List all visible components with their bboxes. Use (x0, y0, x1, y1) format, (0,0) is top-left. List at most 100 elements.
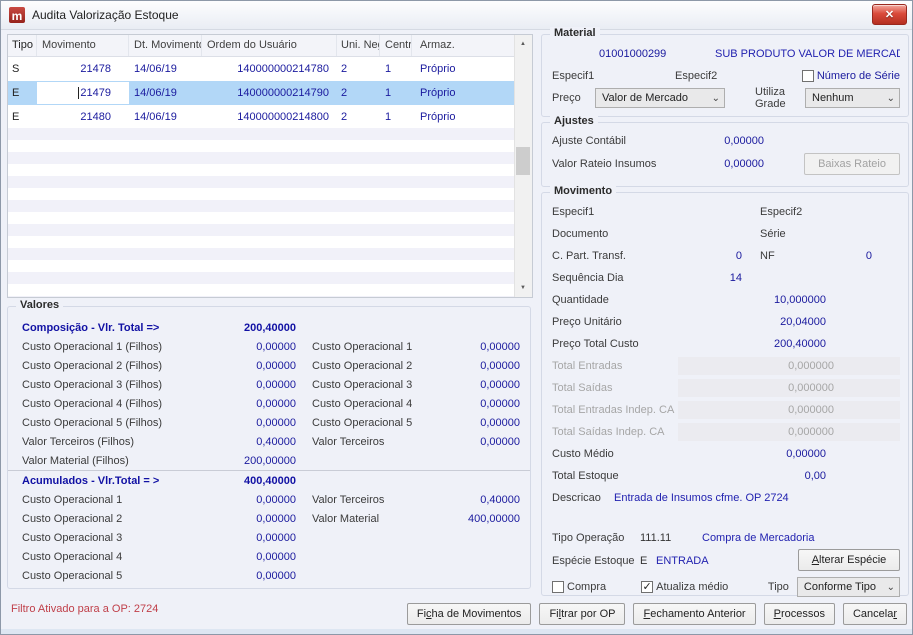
footer-buttons: Ficha de Movimentos Filtrar por OP Fecha… (407, 603, 907, 625)
scroll-down-icon[interactable]: ▼ (515, 280, 531, 296)
especif2-label: Especif2 (760, 206, 828, 218)
documento-label: Documento (552, 228, 682, 240)
tipo-operacao-label: Tipo Operação (552, 532, 640, 544)
grid-vertical-scrollbar[interactable]: ▲ ▼ (514, 35, 532, 297)
close-button[interactable]: ✕ (872, 4, 907, 25)
custo-medio-label: Custo Médio (552, 448, 730, 460)
grid-row-selected[interactable]: E 21479 14/06/19 140000000214790 2 1 Pró… (8, 81, 532, 105)
cell-dt-movimento: 14/06/19 (129, 111, 202, 123)
filtrar-por-op-button[interactable]: Filtrar por OP (539, 603, 625, 625)
valor-rateio-insumos-label: Valor Rateio Insumos (552, 158, 674, 170)
checkbox-unchecked-icon (802, 70, 814, 82)
total-entradas-indep-value: 0,000000 (678, 401, 900, 419)
tipo-operacao-desc: Compra de Mercadoria (702, 532, 900, 544)
scrollbar-thumb[interactable] (516, 147, 530, 175)
grid-row[interactable]: S 21478 14/06/19 140000000214780 2 1 Pró… (8, 57, 532, 81)
preco-dropdown[interactable]: Valor de Mercado ⌄ (595, 88, 725, 108)
movimento-row-disabled: Total Entradas 0,000000 (542, 355, 908, 377)
valores-row: Valor Terceiros (Filhos) 0,40000 Valor T… (8, 432, 530, 451)
cell-movimento: 21480 (37, 111, 129, 123)
compra-label: Compra (567, 581, 606, 593)
valores-row: Custo Operacional 1 (Filhos) 0,00000 Cus… (8, 337, 530, 356)
col-header-armaz: Armaz. (412, 35, 517, 56)
ficha-de-movimentos-button[interactable]: Ficha de Movimentos (407, 603, 532, 625)
button-accel: P (774, 608, 781, 620)
row-value: 0,40000 (234, 436, 296, 448)
row-label-2: Custo Operacional 4 (312, 398, 462, 410)
especif1-label: Especif1 (552, 206, 682, 218)
especie-estoque-row: Espécie Estoque E ENTRADA Alterar Espéci… (542, 549, 908, 573)
row-value-2: 400,00000 (462, 513, 522, 525)
row-label-2: Valor Terceiros (312, 436, 462, 448)
baixas-rateio-button[interactable]: Baixas Rateio (804, 153, 900, 175)
movimento-row: Documento Série (542, 223, 908, 245)
row-label: Valor Terceiros (Filhos) (22, 436, 234, 448)
material-name: SUB PRODUTO VALOR DE MERCADO (715, 48, 900, 60)
tipo-dropdown[interactable]: Conforme Tipo ⌄ (797, 577, 900, 597)
row-value: 0,00000 (234, 341, 296, 353)
valores-row: Custo Operacional 4 0,00000 (8, 547, 530, 566)
cell-tipo: E (8, 111, 37, 123)
col-header-tipo: Tipo (8, 35, 37, 56)
cell-ordem: 140000000214790 (202, 87, 337, 99)
row-value: 0,00000 (234, 551, 296, 563)
cell-tipo: S (8, 63, 37, 75)
button-label: rocessos (781, 608, 825, 620)
movimento-row: Preço Total Custo 200,40000 (542, 333, 908, 355)
cancelar-button[interactable]: Cancelar (843, 603, 907, 625)
movimento-row: Quantidade 10,000000 (542, 289, 908, 311)
row-label: Custo Operacional 2 (22, 513, 234, 525)
valores-row: Custo Operacional 4 (Filhos) 0,00000 Cus… (8, 394, 530, 413)
button-accel: r (893, 608, 897, 620)
movimento-row-disabled: Total Saídas 0,000000 (542, 377, 908, 399)
valores-row: Custo Operacional 2 0,00000 Valor Materi… (8, 509, 530, 528)
chevron-down-icon: ⌄ (887, 582, 895, 593)
scroll-up-icon[interactable]: ▲ (515, 36, 531, 52)
utiliza-grade-dropdown[interactable]: Nenhum ⌄ (805, 88, 900, 108)
material-code: 01001000299 (599, 48, 666, 60)
c-part-transf-label: C. Part. Transf. (552, 250, 682, 262)
row-value-2: 0,00000 (462, 341, 522, 353)
button-label: Fi (417, 608, 426, 620)
processos-button[interactable]: Processos (764, 603, 835, 625)
atualiza-medio-checkbox[interactable]: Atualiza médio (641, 581, 768, 593)
especif2-label: Especif2 (675, 70, 802, 82)
valores-row: Valor Material (Filhos) 200,00000 (8, 451, 530, 470)
descricao-value: Entrada de Insumos cfme. OP 2724 (614, 492, 900, 504)
fechamento-anterior-button[interactable]: Fechamento Anterior (633, 603, 755, 625)
valores-row-acumulados: Acumulados - Vlr.Total = > 400,40000 (8, 470, 530, 490)
quantidade-value: 10,000000 (730, 294, 900, 306)
alterar-especie-button[interactable]: Alterar Espécie (798, 549, 900, 571)
cell-tipo: E (8, 87, 37, 99)
row-label: Composição - Vlr. Total => (22, 322, 234, 334)
atualiza-medio-label: Atualiza médio (656, 581, 728, 593)
movimento-row-disabled: Total Saídas Indep. CA 0,000000 (542, 421, 908, 443)
especif1-label: Especif1 (552, 70, 675, 82)
movimento-group: Movimento Especif1 Especif2 Documento Sé… (541, 192, 909, 596)
row-value-2: 0,00000 (462, 398, 522, 410)
row-label: Custo Operacional 1 (Filhos) (22, 341, 234, 353)
total-saidas-value: 0,000000 (678, 379, 900, 397)
valores-row: Custo Operacional 3 0,00000 (8, 528, 530, 547)
quantidade-label: Quantidade (552, 294, 730, 306)
total-estoque-value: 0,00 (730, 470, 900, 482)
col-header-movimento: Movimento (37, 35, 129, 56)
cell-movimento-editing[interactable]: 21479 (37, 82, 129, 104)
ajustes-caption: Ajustes (550, 115, 598, 127)
titlebar[interactable]: Audita Valorização Estoque ✕ (1, 1, 912, 30)
compra-checkbox[interactable]: Compra (552, 581, 641, 593)
preco-total-custo-value: 200,40000 (730, 338, 900, 350)
numero-de-serie-checkbox[interactable]: Número de Série (802, 70, 900, 82)
row-label-2: Custo Operacional 2 (312, 360, 462, 372)
button-label: echamento Anterior (650, 608, 745, 620)
grid-row[interactable]: E 21480 14/06/19 140000000214800 2 1 Pró… (8, 105, 532, 129)
row-value: 200,40000 (234, 322, 296, 334)
row-value-2: 0,00000 (462, 360, 522, 372)
tipo-operacao-code: 111.11 (640, 532, 702, 544)
row-value: 0,00000 (234, 513, 296, 525)
close-icon: ✕ (885, 8, 894, 21)
ajuste-contabil-label: Ajuste Contábil (552, 135, 674, 147)
movimento-caption: Movimento (550, 185, 616, 197)
ajustes-group: Ajustes Ajuste Contábil 0,00000 Valor Ra… (541, 122, 909, 187)
cell-centro: 1 (380, 63, 412, 75)
